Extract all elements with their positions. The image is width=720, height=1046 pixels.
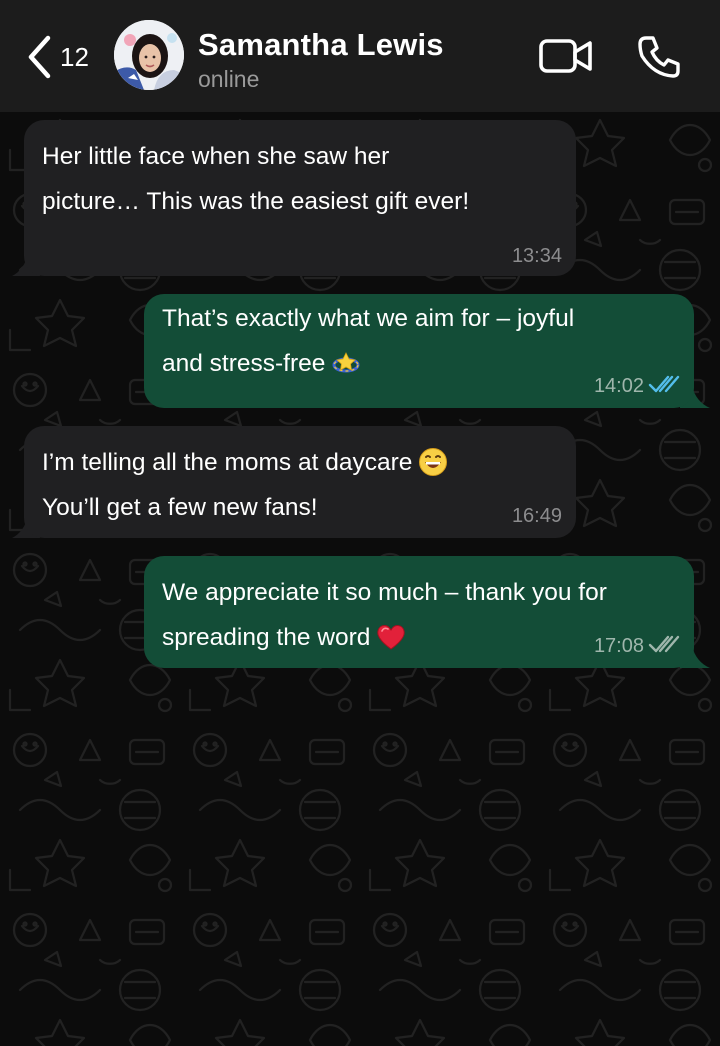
chat-screen: 12 Samantha Lewis online Her little face… bbox=[0, 0, 720, 1046]
video-camera-icon bbox=[539, 39, 592, 73]
avatar-photo bbox=[114, 20, 184, 90]
message-text-line2: You’ll get a few new fans! bbox=[42, 494, 318, 521]
video-call-button[interactable] bbox=[538, 36, 594, 76]
phone-icon bbox=[638, 36, 680, 78]
chevron-left-icon bbox=[28, 35, 51, 79]
message-outgoing[interactable]: We appreciate it so much – thank you for… bbox=[144, 556, 694, 668]
read-receipt-icon bbox=[648, 375, 680, 393]
grinning-face-emoji bbox=[419, 447, 448, 476]
message-incoming[interactable]: Her little face when she saw her picture… bbox=[24, 120, 576, 276]
voice-call-button[interactable] bbox=[636, 34, 682, 80]
message-outgoing[interactable]: That’s exactly what we aim for – joyful … bbox=[144, 294, 694, 408]
message-time: 16:49 bbox=[511, 505, 562, 527]
dizzy-star-emoji bbox=[332, 351, 360, 373]
contact-status: online bbox=[198, 66, 260, 92]
message-time: 13:34 bbox=[511, 245, 562, 267]
message-text: Her little face when she saw her picture… bbox=[42, 143, 470, 215]
delivered-receipt-icon bbox=[648, 635, 680, 653]
unread-count: 12 bbox=[60, 42, 89, 72]
back-button[interactable]: 12 bbox=[26, 34, 106, 80]
contact-avatar[interactable] bbox=[114, 20, 184, 90]
contact-name[interactable]: Samantha Lewis bbox=[198, 27, 444, 63]
message-time: 14:02 bbox=[593, 375, 644, 397]
chat-header: 12 Samantha Lewis online bbox=[0, 0, 720, 112]
message-incoming[interactable]: I’m telling all the moms at daycare You’… bbox=[24, 426, 576, 538]
message-text: That’s exactly what we aim for – joyful … bbox=[162, 305, 575, 377]
message-text: I’m telling all the moms at daycare bbox=[42, 449, 413, 476]
message-time: 17:08 bbox=[593, 635, 644, 657]
red-heart-emoji bbox=[377, 624, 406, 650]
